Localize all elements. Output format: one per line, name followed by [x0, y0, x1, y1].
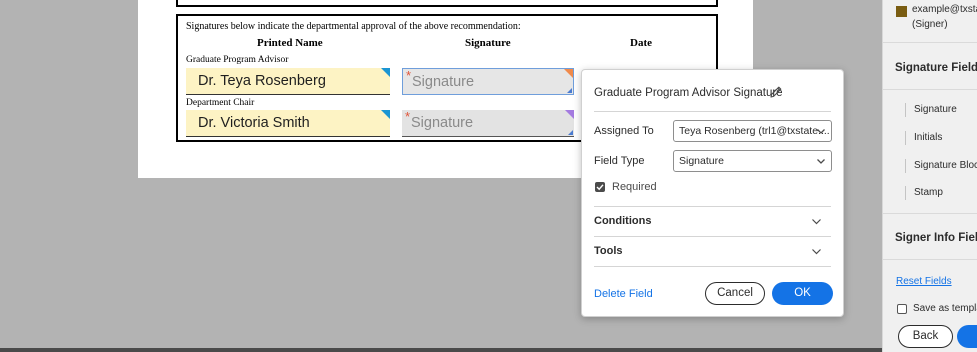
popup-title: Graduate Program Advisor Signature — [594, 87, 783, 99]
field-type-select[interactable]: Signature — [673, 150, 832, 172]
cancel-button[interactable]: Cancel — [705, 282, 765, 305]
field-corner-marker — [564, 69, 573, 78]
advisor-signature-placeholder: Signature — [412, 74, 475, 90]
signer-info-heading: Signer Info Fields — [895, 232, 977, 244]
divider — [883, 89, 977, 90]
delete-field-link[interactable]: Delete Field — [594, 288, 653, 300]
divider — [594, 206, 831, 207]
ok-button[interactable]: OK — [772, 282, 833, 305]
signer-email: example@txstate.edu — [912, 4, 977, 15]
chair-name-value: Dr. Victoria Smith — [198, 115, 310, 131]
assigned-to-select[interactable]: Teya Rosenberg (trl1@txstate.... — [673, 120, 832, 142]
chair-signature-field[interactable]: * Signature — [402, 109, 574, 137]
tools-section[interactable]: Tools — [594, 245, 623, 257]
approval-intro-text: Signatures below indicate the department… — [186, 21, 521, 32]
chevron-down-icon — [817, 159, 825, 164]
advisor-name-value: Dr. Teya Rosenberg — [198, 73, 326, 89]
signer-role: (Signer) — [912, 19, 948, 30]
advisor-name-field[interactable]: Dr. Teya Rosenberg — [186, 68, 390, 95]
assigned-to-label: Assigned To — [594, 125, 654, 137]
required-star-icon: * — [406, 68, 412, 83]
signature-header: Signature — [465, 37, 511, 49]
chair-role-label: Department Chair — [186, 98, 255, 108]
field-type-stamp[interactable]: Stamp — [905, 186, 943, 200]
signer-color-swatch — [896, 6, 907, 17]
field-corner-marker — [565, 110, 574, 119]
field-corner-marker — [381, 68, 390, 77]
field-corner-marker — [381, 110, 390, 119]
divider — [594, 236, 831, 237]
signature-fields-heading: Signature Fields — [895, 62, 977, 74]
advisor-signature-field[interactable]: * Signature — [402, 68, 574, 95]
field-properties-popup: Graduate Program Advisor Signature Assig… — [581, 69, 844, 317]
divider — [883, 259, 977, 260]
save-as-template-label: Save as template — [913, 303, 977, 314]
resize-handle-icon[interactable] — [567, 88, 572, 93]
required-label: Required — [612, 181, 657, 193]
resize-handle-icon[interactable] — [568, 130, 573, 135]
next-button[interactable] — [957, 325, 977, 348]
field-type-initials[interactable]: Initials — [905, 131, 942, 145]
field-type-label: Field Type — [594, 155, 645, 167]
printed-name-header: Printed Name — [257, 37, 323, 49]
chair-name-field[interactable]: Dr. Victoria Smith — [186, 110, 390, 137]
bottom-bar — [0, 348, 882, 352]
back-button[interactable]: Back — [898, 325, 953, 348]
checkmark-icon — [596, 184, 604, 191]
chevron-down-icon — [817, 129, 825, 134]
divider — [883, 213, 977, 214]
pencil-icon[interactable] — [769, 85, 783, 99]
advisor-role-label: Graduate Program Advisor — [186, 55, 289, 65]
field-type-signature[interactable]: Signature — [905, 103, 957, 117]
divider — [883, 42, 977, 43]
divider — [594, 266, 831, 267]
conditions-section[interactable]: Conditions — [594, 215, 651, 227]
fields-sidebar: example@txstate.edu (Signer) Signature F… — [882, 0, 977, 352]
field-type-value: Signature — [679, 155, 724, 167]
field-type-signature-block[interactable]: Signature Block — [905, 159, 977, 173]
save-as-template-checkbox[interactable] — [897, 304, 907, 314]
assigned-to-value: Teya Rosenberg (trl1@txstate.... — [679, 125, 830, 137]
chevron-down-icon[interactable] — [811, 216, 822, 227]
chevron-down-icon[interactable] — [811, 246, 822, 257]
required-star-icon: * — [405, 109, 411, 124]
date-header: Date — [630, 37, 652, 49]
chair-signature-placeholder: Signature — [411, 115, 474, 131]
required-checkbox[interactable] — [595, 182, 605, 192]
divider — [594, 111, 831, 112]
previous-section-box — [176, 0, 718, 7]
reset-fields-link[interactable]: Reset Fields — [896, 276, 952, 287]
